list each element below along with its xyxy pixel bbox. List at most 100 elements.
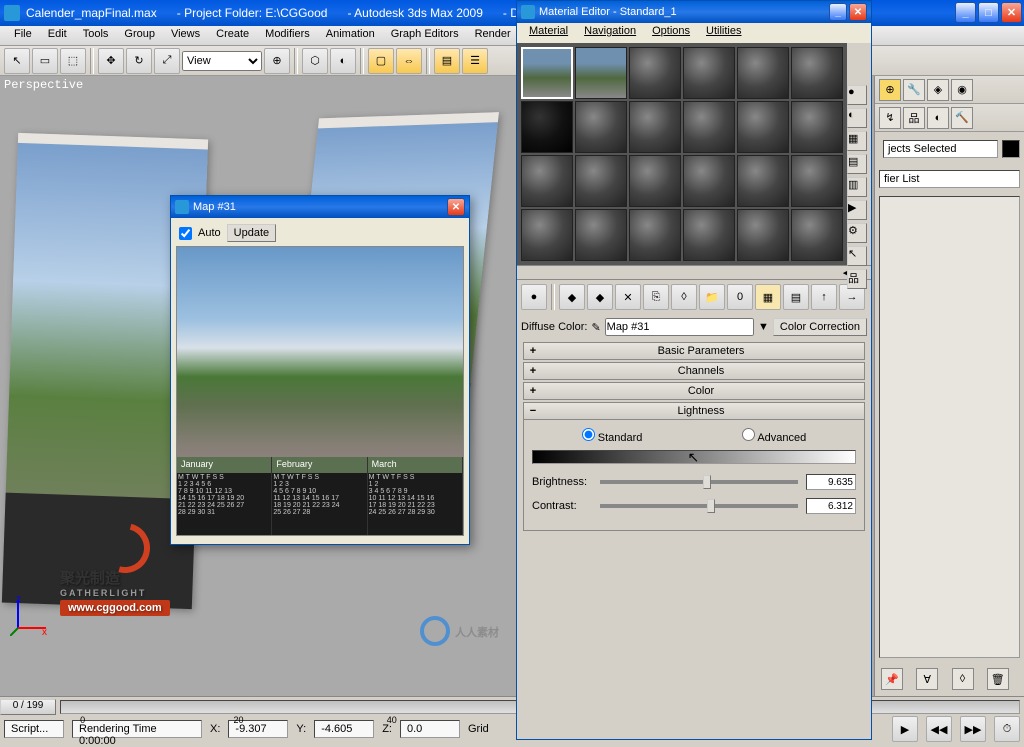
mirror-tool[interactable]: ⇔ xyxy=(396,48,422,74)
layers-tool[interactable]: ☰ xyxy=(462,48,488,74)
material-slot-7[interactable] xyxy=(521,101,573,153)
select-window-tool[interactable]: ⬚ xyxy=(60,48,86,74)
material-slot-6[interactable] xyxy=(791,47,843,99)
frame-indicator[interactable]: 0 / 199 xyxy=(0,699,56,715)
eyedropper-icon[interactable]: ✎ xyxy=(591,321,600,334)
material-slot-8[interactable] xyxy=(575,101,627,153)
modifier-list-dropdown[interactable]: fier List xyxy=(879,170,1020,188)
close-button[interactable]: ✕ xyxy=(1001,2,1022,23)
create-tab[interactable]: ⊕ xyxy=(879,79,901,101)
scale-tool[interactable]: ⤢ xyxy=(154,48,180,74)
material-slot-20[interactable] xyxy=(575,209,627,261)
brightness-slider[interactable] xyxy=(600,480,798,484)
manipulate-tool[interactable]: ◐ xyxy=(330,48,356,74)
menu-animation[interactable]: Animation xyxy=(318,26,383,45)
select-region-tool[interactable]: ▭ xyxy=(32,48,58,74)
material-slot-22[interactable] xyxy=(683,209,735,261)
move-tool[interactable]: ✥ xyxy=(98,48,124,74)
pin-stack-icon[interactable]: 📌 xyxy=(881,668,903,690)
material-name-input[interactable] xyxy=(605,318,754,336)
mat-menu-material[interactable]: Material xyxy=(521,23,576,43)
play-button[interactable]: ▶ xyxy=(892,716,918,742)
pivot-tool[interactable]: ⊕ xyxy=(264,48,290,74)
material-editor-titlebar[interactable]: Material Editor - Standard_1 _ ✕ xyxy=(517,1,871,23)
menu-modifiers[interactable]: Modifiers xyxy=(257,26,318,45)
map-close-button[interactable]: ✕ xyxy=(447,198,465,216)
menu-file[interactable]: File xyxy=(6,26,40,45)
hierarchy-icon[interactable]: 品 xyxy=(903,107,925,129)
channels-header[interactable]: +Channels xyxy=(523,362,865,380)
material-slot-3[interactable] xyxy=(629,47,681,99)
contrast-input[interactable] xyxy=(806,498,856,514)
display-icon[interactable]: ◐ xyxy=(927,107,949,129)
color-header[interactable]: +Color xyxy=(523,382,865,400)
advanced-radio[interactable] xyxy=(742,428,755,441)
mat-minimize-button[interactable]: _ xyxy=(829,3,847,21)
coord-system-select[interactable]: View xyxy=(182,51,262,71)
mat-menu-navigation[interactable]: Navigation xyxy=(576,23,644,43)
lightness-header[interactable]: −Lightness xyxy=(523,402,865,420)
auto-checkbox[interactable] xyxy=(179,227,192,240)
show-end-result-icon[interactable]: ▤ xyxy=(783,284,809,310)
select-by-mat-icon[interactable]: ↖ xyxy=(847,246,867,266)
mat-close-button[interactable]: ✕ xyxy=(849,3,867,21)
menu-tools[interactable]: Tools xyxy=(75,26,117,45)
material-slot-13[interactable] xyxy=(521,155,573,207)
time-config-button[interactable]: ⏱ xyxy=(994,716,1020,742)
named-selection[interactable]: ▢ xyxy=(368,48,394,74)
schematic-icon[interactable]: ↯ xyxy=(879,107,901,129)
select-tool[interactable]: ↖ xyxy=(4,48,30,74)
prev-frame-button[interactable]: ◀◀ xyxy=(926,716,952,742)
material-slot-24[interactable] xyxy=(791,209,843,261)
menu-views[interactable]: Views xyxy=(163,26,208,45)
mat-menu-utilities[interactable]: Utilities xyxy=(698,23,749,43)
modifier-stack[interactable] xyxy=(879,196,1020,658)
modify-tab[interactable]: 🔧 xyxy=(903,79,925,101)
map-window-titlebar[interactable]: Map #31 ✕ xyxy=(171,196,469,218)
snap-toggle[interactable]: ⬡ xyxy=(302,48,328,74)
menu-create[interactable]: Create xyxy=(208,26,257,45)
dropdown-icon[interactable]: ▼ xyxy=(758,321,769,333)
material-slot-21[interactable] xyxy=(629,209,681,261)
material-slot-9[interactable] xyxy=(629,101,681,153)
advanced-radio-label[interactable]: Advanced xyxy=(742,428,806,444)
align-tool[interactable]: ▤ xyxy=(434,48,460,74)
update-button[interactable]: Update xyxy=(227,224,276,242)
maximize-button[interactable]: □ xyxy=(978,2,999,23)
unique-icon[interactable]: ◊ xyxy=(952,668,974,690)
rotate-tool[interactable]: ↻ xyxy=(126,48,152,74)
backlight-icon[interactable]: ◐ xyxy=(847,108,867,128)
material-slot-16[interactable] xyxy=(683,155,735,207)
material-slot-18[interactable] xyxy=(791,155,843,207)
material-slot-1[interactable] xyxy=(521,47,573,99)
contrast-slider[interactable] xyxy=(600,504,798,508)
go-parent-icon[interactable]: ↑ xyxy=(811,284,837,310)
material-slot-17[interactable] xyxy=(737,155,789,207)
basic-params-header[interactable]: +Basic Parameters xyxy=(523,342,865,360)
material-slot-10[interactable] xyxy=(683,101,735,153)
show-map-icon[interactable]: ▦ xyxy=(755,284,781,310)
get-material-icon[interactable]: ● xyxy=(521,284,547,310)
menu-group[interactable]: Group xyxy=(116,26,163,45)
minimize-button[interactable]: _ xyxy=(955,2,976,23)
material-slot-5[interactable] xyxy=(737,47,789,99)
material-slot-2[interactable] xyxy=(575,47,627,99)
sample-uv-icon[interactable]: ▤ xyxy=(847,154,867,174)
material-id-icon[interactable]: 0 xyxy=(727,284,753,310)
video-check-icon[interactable]: ▥ xyxy=(847,177,867,197)
make-copy-icon[interactable]: ⎘ xyxy=(643,284,669,310)
make-unique-icon[interactable]: ◊ xyxy=(671,284,697,310)
z-coord-input[interactable] xyxy=(400,720,460,738)
hierarchy-tab[interactable]: ◈ xyxy=(927,79,949,101)
background-icon[interactable]: ▦ xyxy=(847,131,867,151)
menu-graph[interactable]: Graph Editors xyxy=(383,26,467,45)
material-slot-15[interactable] xyxy=(629,155,681,207)
menu-render[interactable]: Render xyxy=(467,26,519,45)
color-correction-button[interactable]: Color Correction xyxy=(773,318,867,336)
standard-radio-label[interactable]: Standard xyxy=(582,428,643,444)
script-button[interactable]: Script... xyxy=(4,720,64,738)
assign-to-sel-icon[interactable]: ◆ xyxy=(587,284,613,310)
put-to-lib-icon[interactable]: 📁 xyxy=(699,284,725,310)
object-color-swatch[interactable] xyxy=(1002,140,1020,158)
remove-icon[interactable]: 🗑 xyxy=(987,668,1009,690)
